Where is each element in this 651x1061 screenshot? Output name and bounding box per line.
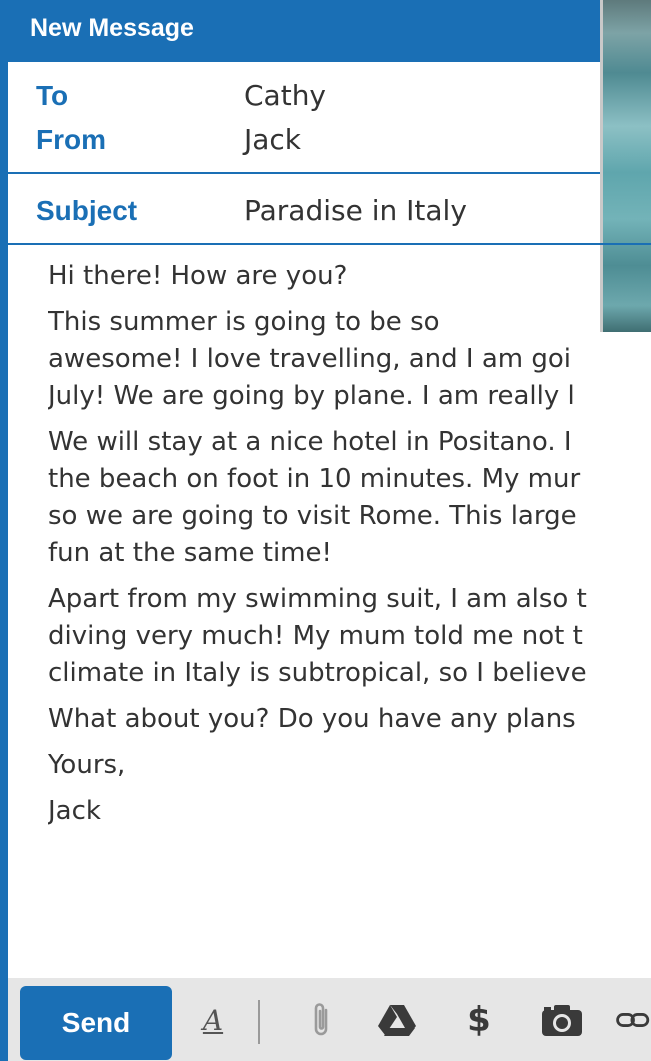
body-paragraph-4: What about you? Do you have any plans	[48, 704, 576, 734]
format-glyph: A	[202, 1003, 224, 1037]
body-closing: Yours,	[48, 750, 126, 780]
subject-divider	[8, 243, 651, 245]
message-body[interactable]: Hi there! How are you? This summer is go…	[48, 258, 651, 830]
toolbar-divider	[258, 1000, 260, 1044]
body-line: fun at the same time!	[48, 538, 332, 568]
subject-field[interactable]: Paradise in Italy	[244, 194, 467, 227]
body-line: Apart from my swimming suit, I am also t	[48, 584, 587, 614]
body-greeting: Hi there! How are you?	[48, 261, 348, 291]
send-button[interactable]: Send	[20, 986, 172, 1060]
title-bar: New Message	[8, 0, 651, 62]
body-line: We will stay at a nice hotel in Positano…	[48, 427, 572, 457]
body-paragraph-1: This summer is going to be so awesome! I…	[48, 304, 651, 415]
dollar-icon[interactable]: $	[456, 992, 502, 1048]
compose-window: New Message To Cathy From Jack Subject P…	[0, 0, 651, 1061]
to-label: To	[36, 80, 69, 111]
header-divider	[8, 172, 600, 174]
dollar-glyph: $	[467, 1000, 491, 1040]
compose-toolbar: Send A $	[8, 978, 651, 1061]
drive-icon[interactable]	[372, 992, 422, 1048]
to-field[interactable]: Cathy	[244, 79, 326, 112]
body-line: so we are going to visit Rome. This larg…	[48, 501, 577, 531]
from-label: From	[36, 124, 106, 155]
body-line: the beach on foot in 10 minutes. My mur	[48, 464, 581, 494]
body-line: diving very much! My mum told me not t	[48, 621, 583, 651]
from-field[interactable]: Jack	[244, 123, 301, 156]
format-text-icon[interactable]: A	[190, 992, 236, 1048]
body-line: climate in Italy is subtropical, so I be…	[48, 658, 587, 688]
body-line: awesome! I love travelling, and I am goi	[48, 344, 572, 374]
window-title: New Message	[30, 14, 194, 42]
body-paragraph-2: We will stay at a nice hotel in Positano…	[48, 424, 651, 572]
body-signature: Jack	[48, 796, 101, 826]
link-icon[interactable]	[616, 992, 651, 1048]
camera-icon[interactable]	[535, 992, 589, 1048]
subject-label: Subject	[36, 195, 138, 226]
body-paragraph-3: Apart from my swimming suit, I am also t…	[48, 581, 651, 692]
attachment-icon[interactable]	[298, 992, 344, 1048]
body-line: This summer is going to be so	[48, 307, 440, 337]
body-line: July! We are going by plane. I am really…	[48, 381, 575, 411]
